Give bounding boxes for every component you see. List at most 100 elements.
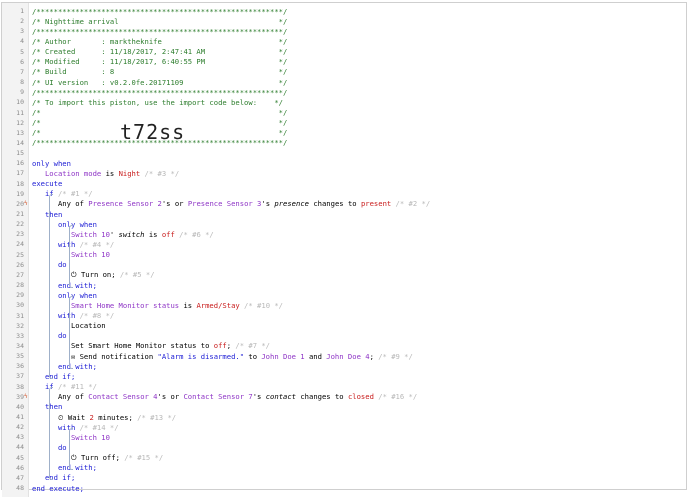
code-line[interactable]: end with;	[32, 362, 97, 371]
code-token: Set Smart Home Monitor status to	[32, 341, 214, 351]
breakpoint-marker-icon[interactable]: ϟ	[24, 200, 28, 207]
code-token: then	[32, 209, 63, 219]
code-token: present	[360, 199, 392, 209]
code-line[interactable]: Location mode is Night /* #3 */	[32, 169, 179, 178]
code-token: Any of	[32, 392, 89, 402]
code-line[interactable]: /* */	[32, 108, 287, 117]
code-line[interactable]: /* UI version : v0.2.0fe.20171109 */	[32, 78, 287, 87]
code-token: end if;	[32, 473, 76, 483]
code-line[interactable]: end execute;	[32, 484, 84, 493]
code-line[interactable]: with /* #14 */	[32, 423, 119, 432]
piston-code-editor[interactable]: 1 2 3 4 5 6 7 8 9 10 11 12 13 14 15 16 17 18 19 20 21 22 23 24 2…	[1, 2, 687, 497]
line-number: 20	[16, 199, 24, 208]
code-token: Any of	[32, 199, 89, 209]
code-line[interactable]: with /* #8 */	[32, 311, 114, 320]
line-number: 38	[16, 382, 24, 391]
code-line[interactable]: /***************************************…	[32, 88, 287, 97]
line-number: 26	[16, 260, 24, 269]
code-line[interactable]: Switch 10' switch is off /* #6 */	[32, 230, 214, 239]
line-number: 14	[16, 138, 24, 147]
line-number: 44	[16, 443, 24, 452]
line-number-gutter: 1 2 3 4 5 6 7 8 9 10 11 12 13 14 15 16 17 18 19 20 21 22 23 24 2…	[2, 3, 29, 497]
code-token: ⏲ Wait	[32, 412, 90, 422]
code-token: /* #3 */	[140, 168, 180, 178]
code-line[interactable]: /* Created : 11/18/2017, 2:47:41 AM */	[32, 47, 287, 56]
code-line[interactable]: then	[32, 402, 62, 411]
line-number: 21	[16, 210, 24, 218]
breakpoint-marker-icon[interactable]: ϟ	[24, 393, 28, 400]
code-line[interactable]: /* To import this piston, use the import…	[32, 98, 283, 107]
code-token: John Doe 4	[326, 351, 370, 361]
code-token: /* #7 */	[231, 341, 271, 351]
code-line[interactable]: ✉ Send notification "Alarm is disarmed."…	[32, 352, 413, 361]
line-number: 24	[16, 240, 24, 249]
line-number: 8	[20, 78, 24, 87]
code-token: end if;	[32, 371, 76, 381]
line-number: 28	[16, 281, 24, 290]
code-token: Contact Sensor 7	[183, 392, 253, 402]
code-token: /* Author : marktheknife */	[32, 36, 288, 46]
code-line[interactable]: only when	[32, 220, 97, 229]
line-number: 11	[16, 108, 24, 117]
code-token: to	[244, 351, 262, 361]
code-token: Smart Home Monitor status	[32, 300, 180, 310]
code-token: then	[32, 402, 63, 412]
line-number: 29	[16, 291, 24, 300]
code-line[interactable]: only when	[32, 159, 71, 168]
code-line[interactable]: end if;	[32, 372, 75, 381]
line-number: 13	[16, 128, 24, 137]
code-line[interactable]: if /* #1 */	[32, 189, 93, 198]
code-token: end execute;	[32, 483, 84, 493]
code-token: Presence Sensor 2	[88, 199, 162, 209]
line-number: 35	[16, 352, 24, 361]
code-line[interactable]: end with;	[32, 463, 97, 472]
code-token: is	[144, 229, 162, 239]
code-line[interactable]: /* Nighttime arrival */	[32, 17, 287, 26]
code-token: end with;	[32, 361, 97, 371]
line-number: 22	[16, 220, 24, 229]
code-line[interactable]: if /* #11 */	[32, 382, 97, 391]
line-number: 33	[16, 331, 24, 340]
import-code[interactable]: t72ss	[120, 120, 185, 144]
line-number: 6	[20, 57, 24, 66]
code-line[interactable]: execute	[32, 179, 62, 188]
code-line[interactable]: with /* #4 */	[32, 240, 114, 249]
line-number: 27	[16, 270, 24, 279]
line-number: 46	[16, 463, 24, 472]
line-number: 48	[16, 484, 24, 493]
code-line[interactable]: /* Build : 8 */	[32, 67, 287, 76]
line-number: 23	[16, 230, 24, 239]
code-token: ⏻ Turn off;	[32, 453, 120, 463]
code-token: /* Nighttime arrival */	[32, 16, 288, 26]
line-number: 39	[16, 392, 24, 401]
code-token: 's	[261, 199, 275, 209]
line-number: 16	[16, 159, 24, 168]
code-token: changes to	[309, 199, 361, 209]
code-token: /* #8 */	[75, 311, 115, 320]
code-token: /* #15 */	[119, 453, 164, 463]
code-token: /* #6 */	[174, 229, 214, 239]
code-line[interactable]: /***************************************…	[32, 7, 287, 16]
code-line[interactable]: then	[32, 210, 62, 219]
code-token: 's or	[157, 392, 184, 402]
code-line[interactable]: /* Modified : 11/18/2017, 6:40:55 PM */	[32, 57, 287, 66]
code-token: /* To import this piston, use the import…	[32, 97, 283, 107]
code-token: /* #2 */	[391, 199, 431, 209]
code-token: /* #11 */	[53, 382, 97, 392]
code-line[interactable]: Any of Presence Sensor 2's or Presence S…	[32, 199, 430, 208]
code-line[interactable]: end if;	[32, 473, 75, 482]
code-token: /* #9 */	[373, 351, 413, 361]
code-line[interactable]: Any of Contact Sensor 4's or Contact Sen…	[32, 392, 417, 401]
line-number: 41	[16, 413, 24, 421]
line-number: 45	[16, 453, 24, 462]
line-number: 18	[16, 179, 24, 188]
code-line[interactable]: only when	[32, 291, 97, 300]
code-line[interactable]: ⏲ Wait 2 minutes; /* #13 */	[32, 413, 176, 423]
code-line[interactable]: end with;	[32, 281, 97, 290]
line-number: 4	[20, 37, 24, 46]
code-token: /* #4 */	[75, 239, 115, 249]
code-line[interactable]: /***************************************…	[32, 27, 287, 36]
code-token: /* */	[32, 108, 288, 117]
code-line[interactable]: Set Smart Home Monitor status to off; /*…	[32, 341, 270, 350]
code-line[interactable]: /* Author : marktheknife */	[32, 37, 287, 46]
